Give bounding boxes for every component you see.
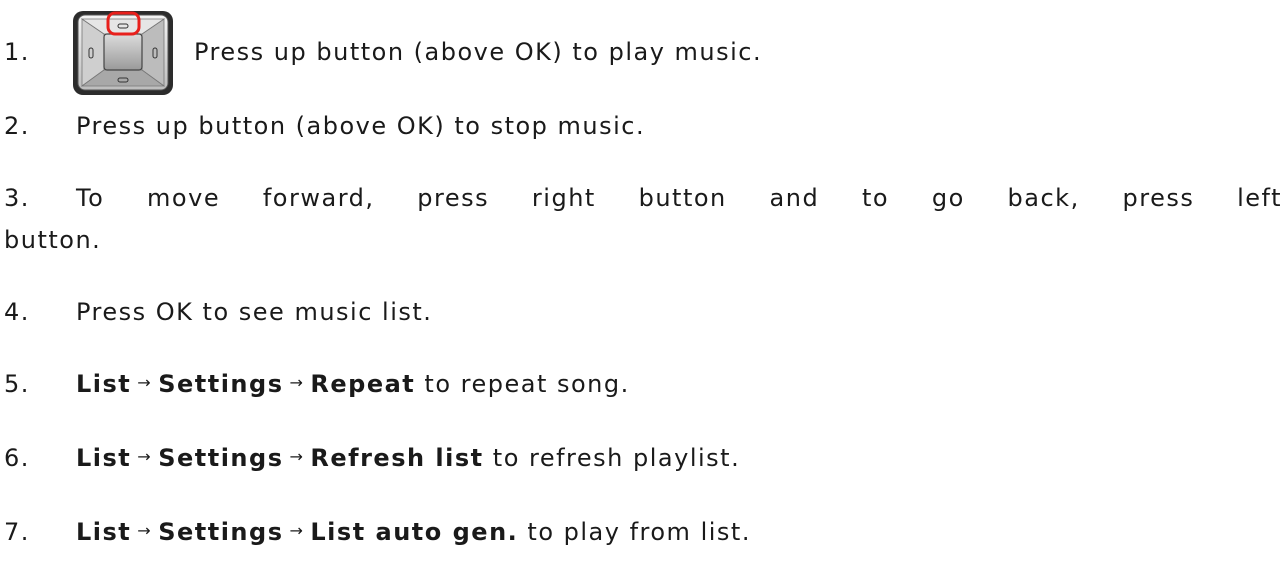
menu-path-item: List bbox=[76, 370, 132, 398]
step-text-line-1: To move forward, press right button and … bbox=[76, 184, 1282, 212]
step-1: 1. bbox=[4, 37, 36, 67]
menu-path-item: List bbox=[76, 444, 132, 472]
step-3-continuation: button. bbox=[4, 225, 101, 255]
step-1-text: Press up button (above OK) to play music… bbox=[194, 38, 763, 66]
step-7: 7. List → Settings → List auto gen. to play f… bbox=[4, 517, 751, 548]
menu-path-item: Refresh list bbox=[310, 444, 484, 472]
step-text: Press up button (above OK) to stop music… bbox=[76, 112, 646, 140]
arrow-right-icon: → bbox=[137, 373, 153, 392]
step-5: 5. List → Settings → Repeat to repeat song. bbox=[4, 369, 630, 400]
step-text: to repeat song. bbox=[424, 370, 630, 398]
step-text: to play from list. bbox=[527, 518, 751, 546]
menu-path-item: List bbox=[76, 518, 132, 546]
arrow-right-icon: → bbox=[289, 521, 305, 540]
step-text-line-2: button. bbox=[4, 226, 102, 254]
menu-path-item: Settings bbox=[158, 370, 284, 398]
step-4: 4. Press OK to see music list. bbox=[4, 297, 432, 327]
step-number: 4. bbox=[4, 298, 30, 326]
arrow-right-icon: → bbox=[289, 447, 305, 466]
step-6: 6. List → Settings → Refresh list to refresh … bbox=[4, 443, 740, 474]
step-2: 2. Press up button (above OK) to stop mus… bbox=[4, 111, 645, 141]
menu-path-item: Settings bbox=[158, 518, 284, 546]
step-number: 2. bbox=[4, 112, 30, 140]
step-number: 5. bbox=[4, 370, 30, 398]
navigation-keypad-icon bbox=[73, 11, 173, 95]
menu-path-item: Settings bbox=[158, 444, 284, 472]
step-text: to refresh playlist. bbox=[492, 444, 741, 472]
menu-path-item: List auto gen. bbox=[310, 518, 519, 546]
step-number: 7. bbox=[4, 518, 30, 546]
arrow-right-icon: → bbox=[289, 373, 305, 392]
arrow-right-icon: → bbox=[137, 521, 153, 540]
step-number: 1. bbox=[4, 38, 30, 66]
step-text: Press OK to see music list. bbox=[76, 298, 433, 326]
arrow-right-icon: → bbox=[137, 447, 153, 466]
step-number: 3. bbox=[4, 184, 30, 212]
menu-path-item: Repeat bbox=[310, 370, 416, 398]
step-3: 3. To move forward, press right button an… bbox=[4, 183, 1282, 213]
step-number: 6. bbox=[4, 444, 30, 472]
